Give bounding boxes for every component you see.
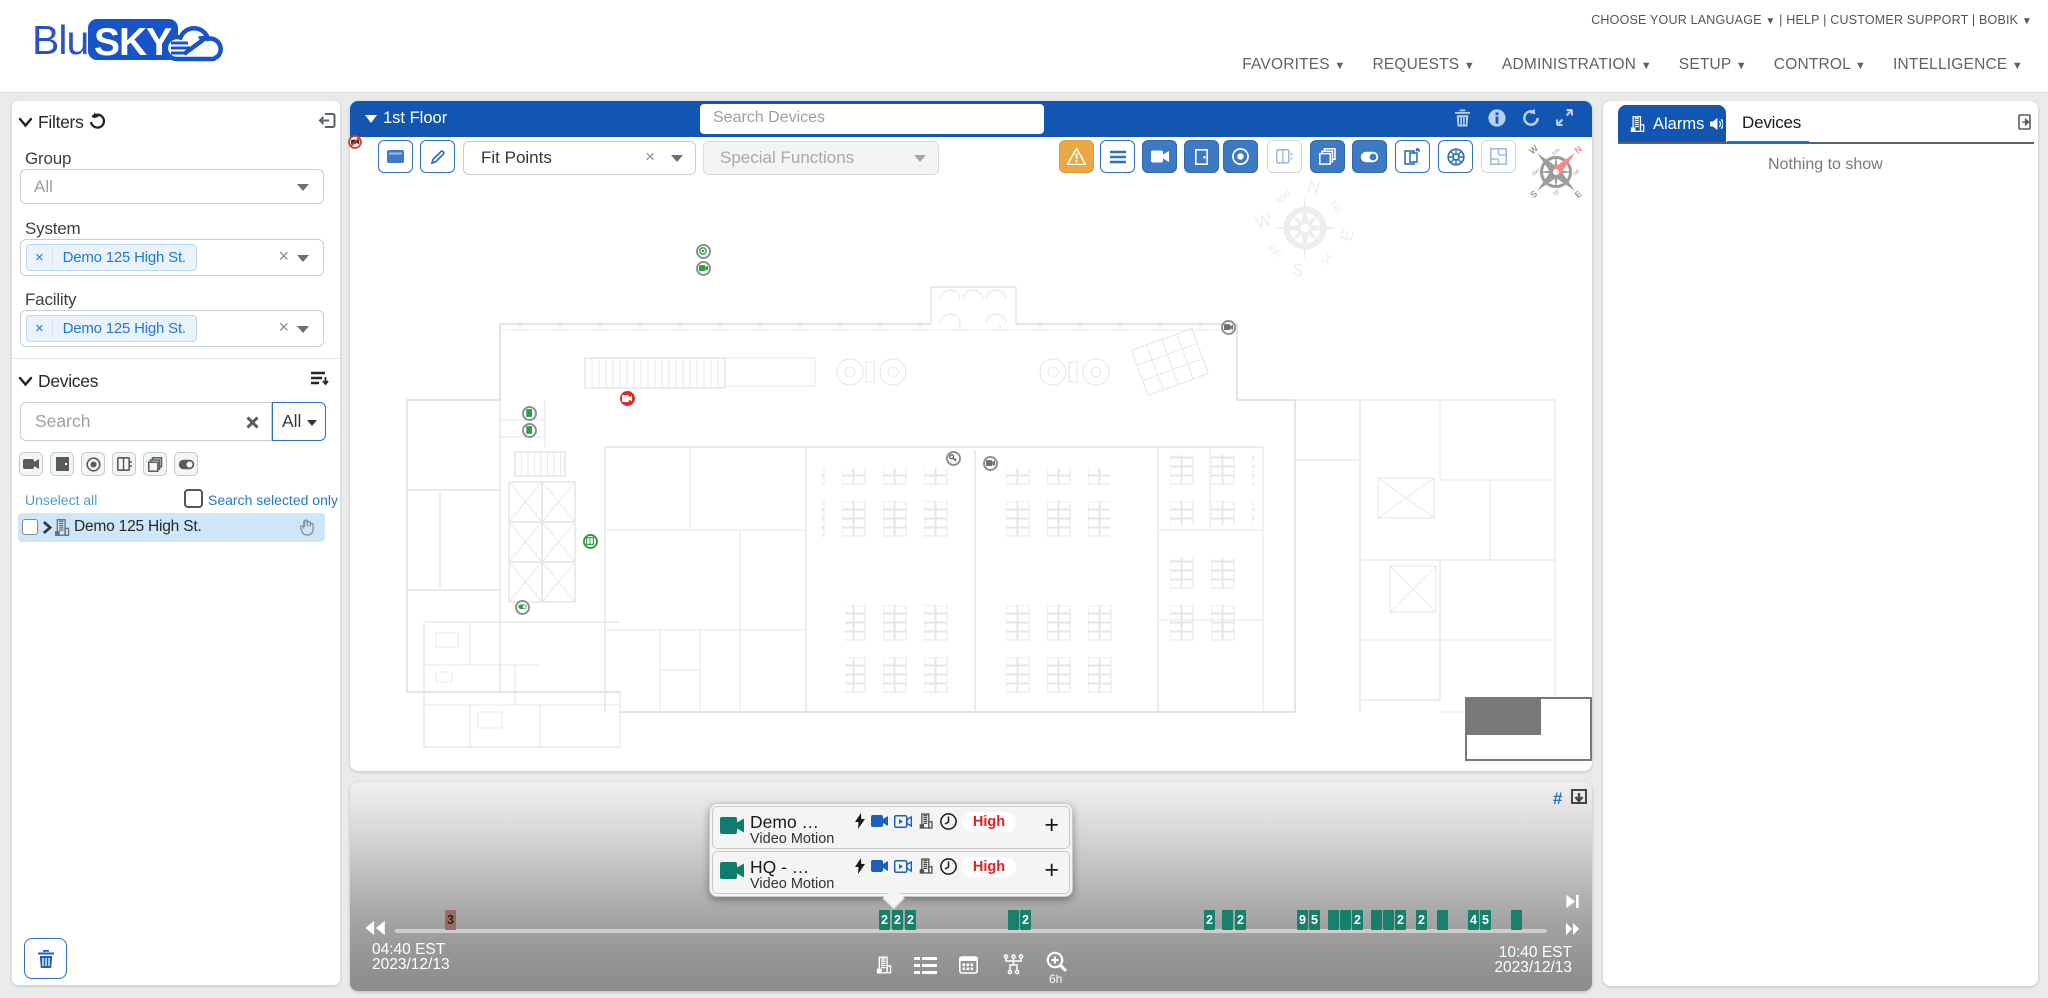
svg-text:NW: NW (1274, 188, 1294, 207)
svg-text:W: W (1253, 210, 1273, 233)
svg-text:NE: NE (1572, 168, 1582, 177)
svg-text:S: S (1290, 260, 1305, 281)
svg-text:NW: NW (1551, 147, 1561, 157)
svg-text:N: N (1306, 176, 1322, 197)
svg-text:E: E (1337, 228, 1358, 244)
svg-text:SE: SE (1552, 188, 1561, 197)
svg-text:SW: SW (1531, 168, 1541, 178)
svg-text:SW: SW (1264, 242, 1284, 261)
svg-text:NE: NE (1327, 199, 1345, 217)
svg-text:SE: SE (1319, 251, 1336, 268)
svg-text:E: E (1573, 189, 1584, 201)
